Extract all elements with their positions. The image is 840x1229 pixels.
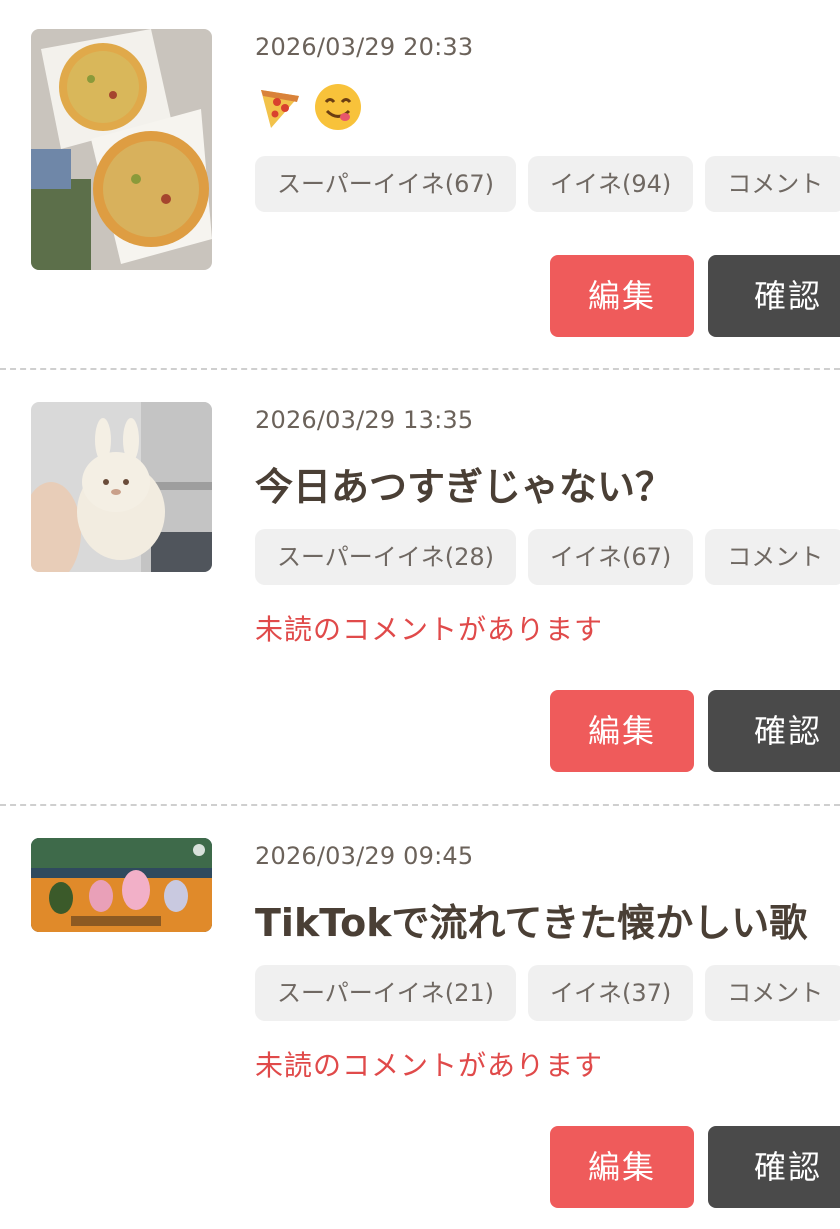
reaction-row: スーパーイイネ(67) イイネ(94) コメント — [255, 156, 840, 212]
post-item: 2026/03/29 13:35 今日あつすぎじゃない？ スーパーイイネ(28)… — [0, 370, 840, 804]
like-chip[interactable]: イイネ(94) — [528, 156, 694, 212]
super-like-chip[interactable]: スーパーイイネ(28) — [255, 529, 517, 585]
unread-comment-notice[interactable]: 未読のコメントがあります — [255, 608, 603, 648]
check-button[interactable]: 確認 — [708, 690, 840, 772]
comment-chip[interactable]: コメント — [705, 156, 840, 212]
pizza-icon — [261, 90, 299, 128]
post-feed: 2026/03/29 20:33 スーパーイイネ(67) イイネ(94) コメン… — [0, 0, 840, 1229]
yum-face-icon — [315, 84, 361, 130]
super-like-chip[interactable]: スーパーイイネ(67) — [255, 156, 517, 212]
unread-comment-notice[interactable]: 未読のコメントがあります — [255, 1044, 603, 1084]
comment-chip[interactable]: コメント — [705, 529, 840, 585]
post-timestamp: 2026/03/29 20:33 — [255, 33, 474, 61]
post-timestamp: 2026/03/29 13:35 — [255, 406, 474, 434]
check-button[interactable]: 確認 — [708, 1126, 840, 1208]
edit-button[interactable]: 編集 — [550, 255, 694, 337]
pizza-photo — [31, 29, 212, 270]
reaction-row: スーパーイイネ(21) イイネ(37) コメント — [255, 965, 840, 1021]
post-timestamp: 2026/03/29 09:45 — [255, 842, 474, 870]
post-item: 2026/03/29 09:45 TikTokで流れてきた懐かしい歌 スーパーイ… — [0, 806, 840, 1229]
post-item: 2026/03/29 20:33 スーパーイイネ(67) イイネ(94) コメン… — [0, 0, 840, 368]
post-thumbnail-pizza[interactable] — [31, 29, 212, 270]
comment-chip[interactable]: コメント — [705, 965, 840, 1021]
post-title: 今日あつすぎじゃない？ — [255, 465, 674, 509]
edit-button[interactable]: 編集 — [550, 1126, 694, 1208]
video-photo — [31, 838, 212, 932]
like-chip[interactable]: イイネ(37) — [528, 965, 694, 1021]
post-title: TikTokで流れてきた懐かしい歌 — [255, 901, 808, 945]
post-thumbnail-video[interactable] — [31, 838, 212, 932]
plush-photo — [31, 402, 212, 572]
check-button[interactable]: 確認 — [708, 255, 840, 337]
post-emoji-row — [255, 82, 363, 132]
super-like-chip[interactable]: スーパーイイネ(21) — [255, 965, 517, 1021]
edit-button[interactable]: 編集 — [550, 690, 694, 772]
like-chip[interactable]: イイネ(67) — [528, 529, 694, 585]
reaction-row: スーパーイイネ(28) イイネ(67) コメント — [255, 529, 840, 585]
post-thumbnail-plush[interactable] — [31, 402, 212, 572]
